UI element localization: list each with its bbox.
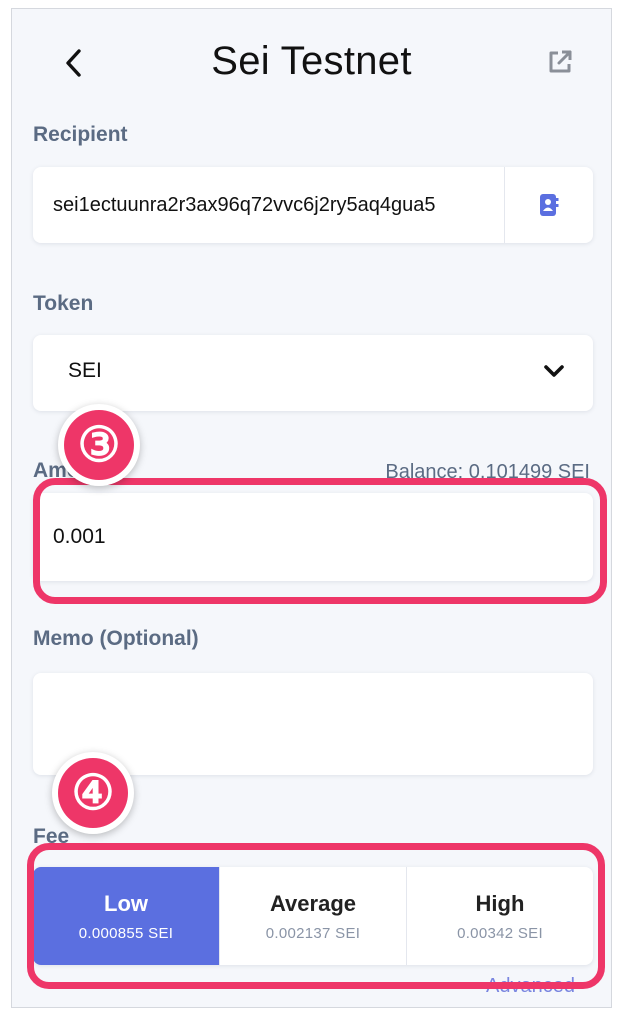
fee-label: Fee — [33, 825, 70, 848]
recipient-label: Recipient — [33, 123, 128, 146]
recipient-field: sei1ectuunra2r3ax96q72vvc6j2ry5aq4gua5 — [33, 167, 593, 243]
token-selected-value: SEI — [68, 359, 102, 382]
fee-option-average[interactable]: Average 0.002137 SEI — [219, 867, 406, 965]
header: Sei Testnet — [12, 29, 611, 99]
amount-field: 0.001 — [33, 493, 593, 581]
address-book-icon — [540, 194, 559, 216]
fee-option-name: Average — [269, 890, 356, 916]
fee-selector: Low 0.000855 SEI Average 0.002137 SEI Hi… — [33, 867, 593, 965]
fee-option-amount: 0.00342 SEI — [457, 924, 543, 942]
balance-link[interactable]: Balance: 0.101499 SEI — [385, 461, 590, 484]
step-3-badge: ③ — [58, 404, 140, 486]
fee-option-low[interactable]: Low 0.000855 SEI — [33, 867, 219, 965]
memo-label: Memo (Optional) — [33, 627, 199, 650]
step-3-number: ③ — [64, 410, 134, 480]
recipient-input[interactable]: sei1ectuunra2r3ax96q72vvc6j2ry5aq4gua5 — [33, 167, 505, 243]
fee-option-amount: 0.000855 SEI — [78, 924, 174, 942]
advanced-link[interactable]: Advanced — [486, 975, 575, 998]
chevron-down-icon — [544, 365, 564, 377]
amount-input[interactable]: 0.001 — [33, 493, 593, 581]
page-title: Sei Testnet — [211, 39, 412, 83]
token-select[interactable]: SEI — [33, 335, 593, 411]
fee-option-name: Low — [104, 890, 148, 916]
wallet-frame: Sei Testnet Recipient sei1ectuunra2r3ax9… — [11, 8, 612, 1008]
address-book-button[interactable] — [504, 167, 593, 243]
step-4-badge: ④ — [52, 752, 134, 834]
fee-option-name: High — [475, 890, 525, 916]
token-label: Token — [33, 292, 94, 315]
external-link-icon — [549, 50, 572, 73]
step-4-number: ④ — [58, 758, 128, 828]
fee-option-amount: 0.002137 SEI — [265, 924, 361, 942]
fee-option-high[interactable]: High 0.00342 SEI — [406, 867, 593, 965]
open-external-button[interactable] — [543, 45, 577, 79]
